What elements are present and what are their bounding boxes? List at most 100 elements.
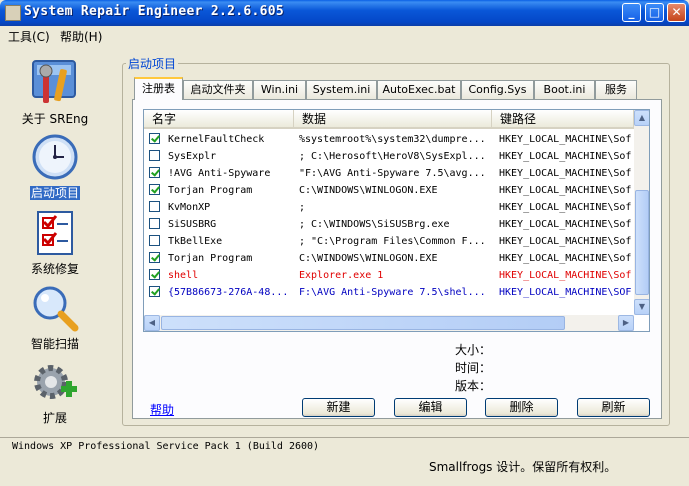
cell-name: shell (168, 270, 199, 281)
horizontal-scroll-thumb[interactable] (161, 316, 565, 330)
row-checkbox[interactable] (149, 184, 160, 195)
menu-help[interactable]: 帮助(H) (60, 28, 102, 45)
column-header-data[interactable]: 数据 (294, 110, 492, 129)
cell-name: Torjan Program (168, 253, 253, 264)
nav-scan[interactable] (0, 284, 110, 335)
table-row[interactable]: SiSUSBRG ; C:\WINDOWS\SiSUSBrg.exe HKEY_LO… (144, 216, 634, 233)
help-link[interactable]: 帮助 (150, 401, 174, 418)
column-header-name[interactable]: 名字 (144, 110, 294, 129)
scroll-up-arrow-icon[interactable]: ▲ (634, 110, 649, 126)
column-header-path[interactable]: 键路径 (492, 110, 634, 129)
nav-about[interactable] (0, 55, 110, 110)
cell-path: HKEY_LOCAL_MACHINE\Sof (499, 168, 632, 179)
cell-data: %systemroot%\system32\dumpre... (299, 134, 486, 145)
cell-path: HKEY_LOCAL_MACHINE\Sof (499, 236, 632, 247)
table-row[interactable]: {57B86673-276A-48... F:\AVG Anti-Spyware … (144, 284, 634, 301)
refresh-button[interactable]: 刷新 (577, 398, 650, 417)
row-checkbox[interactable] (149, 133, 160, 144)
cell-data: F:\AVG Anti-Spyware 7.5\shel... (299, 287, 486, 298)
delete-button[interactable]: 删除 (485, 398, 558, 417)
cell-data: Explorer.exe 1 (299, 270, 384, 281)
checklist-icon (37, 211, 73, 255)
row-checkbox[interactable] (149, 150, 160, 161)
nav-repair[interactable] (0, 210, 110, 259)
nav-startup[interactable] (0, 133, 110, 184)
cell-path: HKEY_LOCAL_MACHINE\SOF (499, 287, 632, 298)
cell-name: SiSUSBRG (168, 219, 217, 230)
tab-win-ini[interactable]: Win.ini (253, 80, 306, 99)
title-bar[interactable]: System Repair Engineer 2.2.6.605 _ □ ✕ (0, 0, 689, 26)
app-icon[interactable] (5, 5, 21, 21)
cell-path: HKEY_LOCAL_MACHINE\Sof (499, 185, 632, 196)
cell-data: "F:\AVG Anti-Spyware 7.5\avg... (299, 168, 486, 179)
version-label: 版本： (455, 379, 492, 393)
cell-data: C:\WINDOWS\WINLOGON.EXE (299, 185, 438, 196)
cell-path: HKEY_LOCAL_MACHINE\Sof (499, 253, 632, 264)
tab-autoexec-bat[interactable]: AutoExec.bat (377, 80, 461, 99)
menu-bar: 工具(C) 帮助(H) (0, 26, 689, 45)
cell-name: TkBellExe (168, 236, 223, 247)
close-button[interactable]: ✕ (667, 3, 686, 22)
nav-about-label[interactable]: 关于 SREng (0, 110, 110, 127)
size-label: 大小： (455, 343, 492, 357)
horizontal-scrollbar[interactable]: ◀ ▶ (144, 315, 634, 331)
cell-name: !AVG Anti-Spyware (168, 168, 271, 179)
group-title: 启动项目 (126, 55, 179, 72)
table-row[interactable]: KernelFaultCheck %systemroot%\system32\du… (144, 131, 634, 148)
maximize-button[interactable]: □ (645, 3, 664, 22)
cell-data: ; C:\Herosoft\HeroV8\SysExpl... (299, 151, 486, 162)
cell-name: KernelFaultCheck (168, 134, 265, 145)
clock-icon (32, 134, 78, 180)
tab-boot-ini[interactable]: Boot.ini (534, 80, 595, 99)
table-row[interactable]: KvMonXP; HKEY_LOCAL_MACHINE\Sof (144, 199, 634, 216)
row-checkbox[interactable] (149, 201, 160, 212)
cell-name: {57B86673-276A-48... (168, 287, 289, 298)
tab-system-ini[interactable]: System.ini (306, 80, 377, 99)
nav-startup-label[interactable]: 启动项目 (0, 184, 110, 201)
cell-data: ; (299, 202, 306, 213)
scroll-left-arrow-icon[interactable]: ◀ (144, 315, 160, 331)
window-title: System Repair Engineer 2.2.6.605 (24, 4, 285, 19)
row-checkbox[interactable] (149, 167, 160, 178)
tab-config-sys[interactable]: Config.Sys (461, 80, 534, 99)
new-button[interactable]: 新建 (302, 398, 375, 417)
edit-button[interactable]: 编辑 (394, 398, 467, 417)
scroll-down-arrow-icon[interactable]: ▼ (634, 299, 649, 315)
row-checkbox[interactable] (149, 286, 160, 297)
table-row[interactable]: Torjan Program C:\WINDOWS\WINLOGON.EXE HKE… (144, 182, 634, 199)
cell-path: HKEY_LOCAL_MACHINE\Sof (499, 202, 632, 213)
minimize-button[interactable]: _ (622, 3, 641, 22)
vertical-scroll-thumb[interactable] (635, 190, 649, 295)
vertical-scrollbar[interactable]: ▲ ▼ (634, 110, 649, 315)
cell-data: C:\WINDOWS\WINLOGON.EXE (299, 253, 438, 264)
table-row[interactable]: !AVG Anti-Spyware "F:\AVG Anti-Spyware 7.… (144, 165, 634, 182)
os-version-text: Windows XP Professional Service Pack 1 (… (12, 441, 320, 452)
startup-list[interactable]: 名字 数据 键路径 KernelFaultCheck %systemroot%\s… (143, 109, 650, 332)
nav-repair-label[interactable]: 系统修复 (0, 260, 110, 277)
cell-name: SysExplr (168, 151, 217, 162)
cell-name: KvMonXP (168, 202, 211, 213)
cell-path: HKEY_LOCAL_MACHINE\Sof (499, 134, 632, 145)
nav-extend[interactable] (0, 360, 110, 411)
cell-data: ; "C:\Program Files\Common F... (299, 236, 486, 247)
cell-path: HKEY_LOCAL_MACHINE\Sof (499, 270, 632, 281)
gear-plus-icon (34, 365, 77, 399)
table-row[interactable]: SysExplr ; C:\Herosoft\HeroV8\SysExpl... H… (144, 148, 634, 165)
nav-scan-label[interactable]: 智能扫描 (0, 335, 110, 352)
menu-tools[interactable]: 工具(C) (8, 28, 50, 45)
table-row[interactable]: shell Explorer.exe 1 HKEY_LOCAL_MACHINE\So… (144, 267, 634, 284)
tab-services[interactable]: 服务 (595, 80, 637, 99)
tab-startup-folder[interactable]: 启动文件夹 (183, 80, 253, 99)
table-row[interactable]: TkBellExe ; "C:\Program Files\Common F...… (144, 233, 634, 250)
tools-icon (32, 60, 76, 103)
tab-registry[interactable]: 注册表 (134, 77, 183, 100)
row-checkbox[interactable] (149, 252, 160, 263)
row-checkbox[interactable] (149, 218, 160, 229)
row-checkbox[interactable] (149, 269, 160, 280)
cell-path: HKEY_LOCAL_MACHINE\Sof (499, 219, 632, 230)
nav-extend-label[interactable]: 扩展 (0, 409, 110, 426)
cell-name: Torjan Program (168, 185, 253, 196)
table-row[interactable]: Torjan Program C:\WINDOWS\WINLOGON.EXE HKE… (144, 250, 634, 267)
scroll-right-arrow-icon[interactable]: ▶ (618, 315, 634, 331)
row-checkbox[interactable] (149, 235, 160, 246)
